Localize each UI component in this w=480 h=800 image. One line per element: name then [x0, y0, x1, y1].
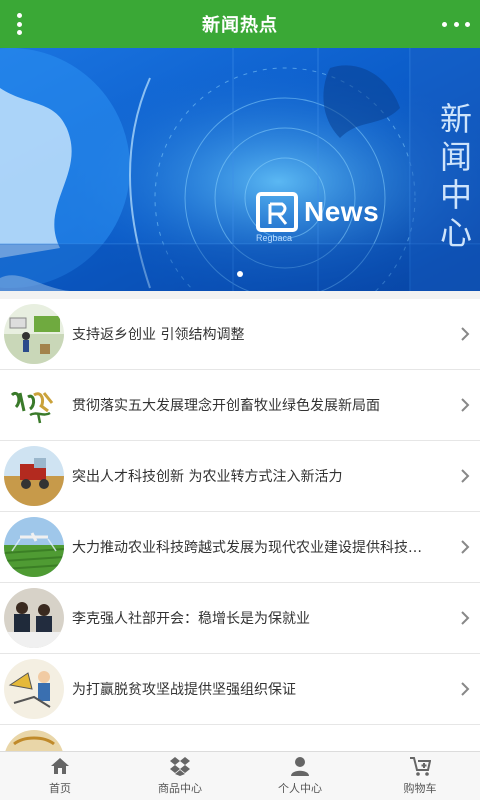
news-title: 支持返乡创业 引领结构调整	[72, 327, 245, 343]
crop-duster-thumb	[4, 517, 64, 577]
news-item[interactable]: 为打赢脱贫攻坚战提供坚强组织保证	[0, 654, 480, 725]
news-list: 支持返乡创业 引领结构调整 贯彻落实五大发展理念开创畜牧业绿色发展新局面 突出人…	[0, 299, 480, 751]
news-title: 大力推动农业科技跨越式发展为现代农业建设提供科技支撑	[72, 540, 432, 556]
carousel-dot[interactable]	[237, 271, 243, 277]
more-options-icon[interactable]	[442, 14, 470, 34]
news-item[interactable]: 突出人才科技创新 为农业转方式注入新活力	[0, 441, 480, 512]
tab-products[interactable]: 商品中心	[120, 752, 240, 800]
poverty-alleviation-thumb	[4, 659, 64, 719]
tab-label: 个人中心	[278, 782, 322, 795]
banner-news-text: News	[304, 196, 380, 227]
calligraphy-thumb	[4, 375, 64, 435]
chevron-right-icon	[461, 398, 470, 412]
chevron-right-icon	[461, 540, 470, 554]
tab-label: 商品中心	[158, 782, 202, 795]
bottom-tab-bar: 首页 商品中心 个人中心 购物车	[0, 751, 480, 800]
banner-graphic	[0, 48, 480, 291]
news-item[interactable]: 贯彻落实五大发展理念开创畜牧业绿色发展新局面	[0, 370, 480, 441]
banner-side-text: 新闻中心	[439, 100, 472, 252]
page-title: 新闻热点	[202, 15, 278, 36]
cart-icon	[410, 757, 431, 776]
news-item[interactable]	[0, 725, 480, 751]
meeting-thumb	[4, 588, 64, 648]
chevron-right-icon	[461, 327, 470, 341]
carousel-dots	[0, 271, 480, 277]
rural-entrepreneurship-thumb	[4, 304, 64, 364]
news-title: 李克强人社部开会：稳增长是为保就业	[72, 611, 310, 627]
section-divider	[0, 291, 480, 299]
dropbox-icon	[170, 757, 190, 776]
top-bar: 新闻热点	[0, 0, 480, 48]
tab-home[interactable]: 首页	[0, 752, 120, 800]
harvester-thumb	[4, 446, 64, 506]
app-root: 新闻热点 News Regbaca 新闻中心 支持返乡创业 引领结构调整 贯彻落…	[0, 0, 480, 800]
banner-brand-text: Regbaca	[256, 233, 293, 243]
menu-icon[interactable]	[8, 10, 30, 38]
news-title: 贯彻落实五大发展理念开创畜牧业绿色发展新局面	[72, 398, 380, 414]
chevron-right-icon	[461, 682, 470, 696]
chevron-right-icon	[461, 611, 470, 625]
user-icon	[291, 757, 309, 776]
news-item[interactable]: 支持返乡创业 引领结构调整	[0, 299, 480, 370]
tab-cart[interactable]: 购物车	[360, 752, 480, 800]
news-item[interactable]: 大力推动农业科技跨越式发展为现代农业建设提供科技支撑	[0, 512, 480, 583]
tab-profile[interactable]: 个人中心	[240, 752, 360, 800]
partial-thumb	[4, 730, 64, 751]
tab-label: 购物车	[403, 782, 437, 795]
news-item[interactable]: 李克强人社部开会：稳增长是为保就业	[0, 583, 480, 654]
news-title: 为打赢脱贫攻坚战提供坚强组织保证	[72, 682, 296, 698]
news-banner[interactable]: News Regbaca 新闻中心	[0, 48, 480, 291]
tab-label: 首页	[49, 782, 71, 795]
news-title: 突出人才科技创新 为农业转方式注入新活力	[72, 469, 343, 485]
chevron-right-icon	[461, 469, 470, 483]
home-icon	[51, 758, 69, 774]
